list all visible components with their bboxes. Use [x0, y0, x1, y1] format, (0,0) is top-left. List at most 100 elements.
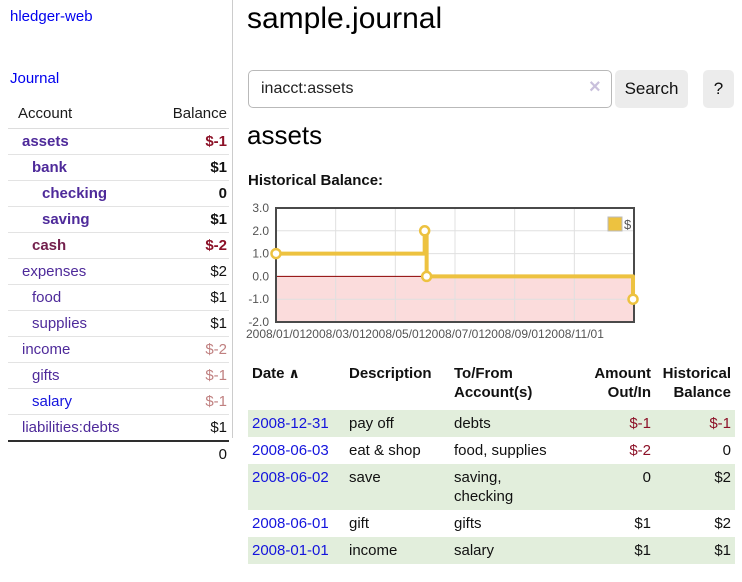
y-tick-label: 1.0 [252, 247, 269, 261]
transaction-row: 2008-12-31pay offdebts$-1$-1 [248, 410, 735, 437]
transaction-amount: $1 [580, 537, 655, 564]
transaction-date-cell: 2008-06-03 [248, 437, 345, 464]
clear-search-icon[interactable]: × [589, 77, 601, 97]
x-tick-label: 2008/09/01 [485, 327, 545, 341]
account-link[interactable]: salary [32, 393, 72, 410]
transaction-row: 2008-06-02savesaving, checking0$2 [248, 464, 735, 510]
account-row: saving $1 [8, 207, 229, 233]
accounts-total-value: 0 [155, 441, 229, 467]
account-link[interactable]: supplies [32, 315, 87, 332]
transaction-date-link[interactable]: 2008-01-01 [252, 542, 329, 559]
transaction-accounts: saving, checking [450, 464, 580, 510]
app-brand-link[interactable]: hledger-web [10, 8, 93, 25]
account-row: income$-2 [8, 337, 229, 363]
account-name-cell: bank [8, 155, 155, 181]
account-balance: $-2 [155, 233, 229, 259]
account-link[interactable]: expenses [22, 263, 86, 280]
transaction-date-link[interactable]: 2008-06-03 [252, 442, 329, 459]
account-row: expenses$2 [8, 259, 229, 285]
register-header-row: Date∧ Description To/From Account(s) Amo… [248, 360, 735, 410]
account-name-cell: gifts [8, 363, 155, 389]
x-tick-label: 2008/01/01 [246, 327, 306, 341]
account-link[interactable]: liabilities:debts [22, 419, 120, 436]
account-balance: $1 [155, 207, 229, 233]
account-balance: $-1 [155, 389, 229, 415]
account-row: liabilities:debts $1 [8, 415, 229, 442]
transaction-accounts: salary [450, 537, 580, 564]
register-header-amount: Amount Out/In [580, 360, 655, 410]
search-input[interactable] [248, 70, 612, 108]
transaction-balance: $2 [655, 464, 735, 510]
data-point-marker [420, 226, 429, 235]
transaction-balance: 0 [655, 437, 735, 464]
transaction-amount: $-2 [580, 437, 655, 464]
account-row: cash $-2 [8, 233, 229, 259]
accounts-header-balance: Balance [155, 100, 229, 129]
account-row: salary $-1 [8, 389, 229, 415]
transaction-date-cell: 2008-06-02 [248, 464, 345, 510]
y-tick-label: -1.0 [248, 292, 269, 306]
register-header-date[interactable]: Date∧ [248, 360, 345, 410]
transaction-row: 2008-06-01giftgifts$1$2 [248, 510, 735, 537]
register-header-balance: Historical Balance [655, 360, 735, 410]
register-header-date-label: Date [252, 365, 285, 382]
legend-swatch [608, 217, 622, 231]
search-button[interactable]: Search [615, 70, 688, 108]
account-row: gifts$-1 [8, 363, 229, 389]
page-title: sample.journal [247, 2, 442, 36]
account-name-cell: cash [8, 233, 155, 259]
account-link[interactable]: bank [32, 159, 67, 176]
transaction-description: eat & shop [345, 437, 450, 464]
account-heading: assets [247, 120, 322, 151]
transaction-row: 2008-06-03eat & shopfood, supplies$-20 [248, 437, 735, 464]
account-balance: $1 [155, 415, 229, 442]
register-header-accounts: To/From Account(s) [450, 360, 580, 410]
transaction-date-cell: 2008-01-01 [248, 537, 345, 564]
account-name-cell: food [8, 285, 155, 311]
data-point-marker [422, 272, 431, 281]
account-row: assets $-1 [8, 129, 229, 155]
account-row: supplies $1 [8, 311, 229, 337]
sort-ascending-icon: ∧ [289, 365, 300, 381]
account-row: bank$1 [8, 155, 229, 181]
sidebar-divider [232, 0, 233, 438]
transaction-row: 2008-01-01incomesalary$1$1 [248, 537, 735, 564]
help-button[interactable]: ? [703, 70, 734, 108]
register-table: Date∧ Description To/From Account(s) Amo… [248, 360, 735, 564]
transaction-date-cell: 2008-06-01 [248, 510, 345, 537]
account-link[interactable]: assets [22, 133, 69, 150]
account-balance: $-1 [155, 129, 229, 155]
y-tick-label: 3.0 [252, 201, 269, 215]
account-balance: $1 [155, 285, 229, 311]
y-tick-label: 2.0 [252, 224, 269, 238]
account-link[interactable]: cash [32, 237, 66, 254]
register-header-description: Description [345, 360, 450, 410]
historical-balance-chart: $3.02.01.00.0-1.0-2.02008/01/012008/03/0… [240, 196, 740, 346]
account-link[interactable]: saving [42, 211, 90, 228]
account-name-cell: liabilities:debts [8, 415, 155, 442]
x-tick-label: 2008/03/01 [306, 327, 366, 341]
account-link[interactable]: food [32, 289, 61, 306]
account-row: food $1 [8, 285, 229, 311]
x-tick-label: 2008/11/01 [545, 327, 604, 341]
chart-title-label: Historical Balance: [248, 172, 383, 189]
account-link[interactable]: income [22, 341, 70, 358]
account-link[interactable]: checking [42, 185, 107, 202]
account-balance: $1 [155, 311, 229, 337]
transaction-amount: $-1 [580, 410, 655, 437]
transaction-date-cell: 2008-12-31 [248, 410, 345, 437]
account-name-cell: assets [8, 129, 155, 155]
nav-journal-link[interactable]: Journal [10, 70, 59, 87]
transaction-date-link[interactable]: 2008-06-01 [252, 515, 329, 532]
data-point-marker [629, 295, 638, 304]
transaction-description: gift [345, 510, 450, 537]
account-link[interactable]: gifts [32, 367, 60, 384]
transaction-balance: $2 [655, 510, 735, 537]
x-tick-label: 2008/05/01 [365, 327, 425, 341]
transaction-date-link[interactable]: 2008-12-31 [252, 415, 329, 432]
transaction-date-link[interactable]: 2008-06-02 [252, 469, 329, 486]
transaction-amount: $1 [580, 510, 655, 537]
accounts-total-spacer [8, 441, 155, 467]
account-name-cell: expenses [8, 259, 155, 285]
accounts-total-row: 0 [8, 441, 229, 467]
